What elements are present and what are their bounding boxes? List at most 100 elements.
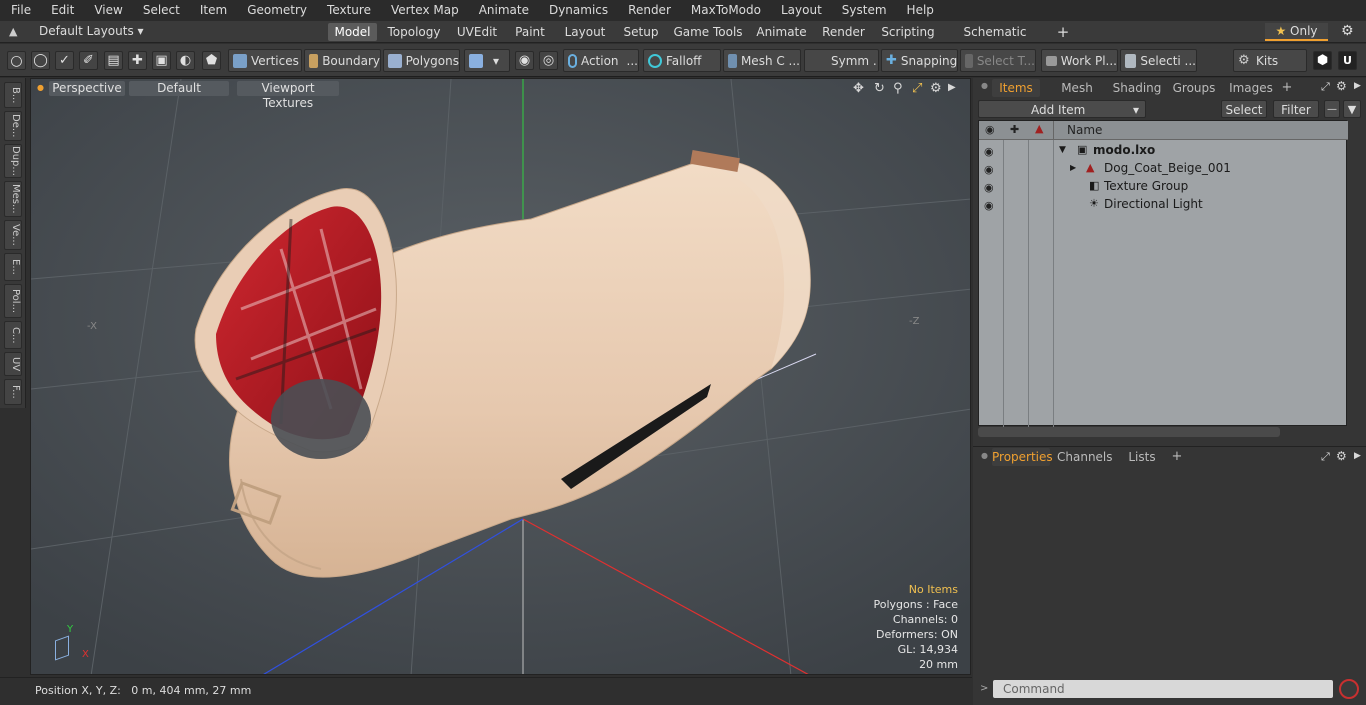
rotate-icon[interactable]: ◐ xyxy=(176,51,195,70)
menu-render[interactable]: Render xyxy=(617,0,680,21)
expand-triangle-icon[interactable]: ▼ xyxy=(1059,141,1066,159)
list-item[interactable]: ◉ ◧ Texture Group xyxy=(979,177,1348,195)
panel-dot-icon[interactable]: ● xyxy=(981,451,988,460)
symmetry-icon[interactable]: ◎ xyxy=(539,51,558,70)
pan-icon[interactable]: ✥ xyxy=(853,81,864,96)
sidetab-fusion[interactable]: F... xyxy=(4,379,22,405)
add-panel-tab-button[interactable]: + xyxy=(1279,79,1295,97)
tab-properties[interactable]: Properties xyxy=(992,448,1053,466)
menu-file[interactable]: File xyxy=(0,0,40,21)
panel-arrow-icon[interactable]: ▶ xyxy=(1354,81,1361,91)
item-mode-dropdown[interactable]: ▾ xyxy=(464,49,510,72)
unreal-icon[interactable]: U xyxy=(1338,51,1357,70)
sidetab-curve[interactable]: C... xyxy=(4,321,22,349)
filter-button[interactable]: Filter xyxy=(1273,100,1319,118)
mesh-constraints-button[interactable]: Mesh C ... xyxy=(723,49,801,72)
view-type-button[interactable]: Perspective xyxy=(49,81,125,96)
work-plane-button[interactable]: Work Pl... xyxy=(1041,49,1118,72)
tab-topology[interactable]: Topology xyxy=(384,23,444,41)
viewport-textures-button[interactable]: Viewport Textures xyxy=(237,81,339,110)
sidetab-edge[interactable]: E... xyxy=(4,253,22,281)
panel-arrow-icon[interactable]: ▶ xyxy=(1354,451,1361,461)
menu-edit[interactable]: Edit xyxy=(40,0,83,21)
tab-animate[interactable]: Animate xyxy=(754,23,809,41)
type-column-icon[interactable]: ▲ xyxy=(1035,122,1043,135)
menu-select[interactable]: Select xyxy=(132,0,189,21)
menu-dynamics[interactable]: Dynamics xyxy=(538,0,617,21)
falloff-button[interactable]: Falloff xyxy=(643,49,721,72)
viewport-settings-icon[interactable]: ⚙ xyxy=(930,81,942,96)
sidetab-mesh-edit[interactable]: Mes... xyxy=(4,181,22,217)
collapse-icon[interactable]: — xyxy=(1324,100,1340,118)
tab-items[interactable]: Items xyxy=(992,79,1040,97)
menu-geometry[interactable]: Geometry xyxy=(236,0,316,21)
list-item[interactable]: ◉ ▶ ▲ Dog_Coat_Beige_001 xyxy=(979,159,1348,177)
vertices-button[interactable]: Vertices xyxy=(228,49,302,72)
boundary-button[interactable]: Boundary xyxy=(304,49,381,72)
visibility-column-icon[interactable]: ◉ xyxy=(985,123,995,136)
record-icon[interactable] xyxy=(1339,679,1359,699)
tab-scripting[interactable]: Scripting xyxy=(878,23,938,41)
tab-paint[interactable]: Paint xyxy=(510,23,550,41)
panel-settings-icon[interactable]: ⚙ xyxy=(1336,449,1347,463)
maximize-icon[interactable]: ⤢ xyxy=(912,81,922,96)
funnel-icon[interactable]: ▼ xyxy=(1343,100,1361,118)
command-input[interactable]: Command xyxy=(993,680,1333,698)
add-panel-tab-button[interactable]: + xyxy=(1169,448,1185,466)
tab-channels[interactable]: Channels xyxy=(1057,448,1113,466)
select-through-button[interactable]: Select T... xyxy=(960,49,1036,72)
list-item[interactable]: ◉ ☀ Directional Light xyxy=(979,195,1348,213)
tab-images[interactable]: Images xyxy=(1225,79,1277,97)
menu-help[interactable]: Help xyxy=(896,0,943,21)
list-item[interactable]: ◉ ▼ ▣ modo.lxo xyxy=(979,141,1348,159)
tab-setup[interactable]: Setup xyxy=(620,23,662,41)
only-button[interactable]: ★ Only xyxy=(1265,23,1328,41)
sidetab-vertex[interactable]: Ve... xyxy=(4,220,22,250)
tab-render[interactable]: Render xyxy=(816,23,871,41)
menu-system[interactable]: System xyxy=(831,0,896,21)
menu-maxtomodo[interactable]: MaxToModo xyxy=(680,0,770,21)
center-icon[interactable]: ▣ xyxy=(152,51,171,70)
move-icon[interactable]: ✚ xyxy=(128,51,147,70)
name-column-header[interactable]: Name xyxy=(1067,123,1102,137)
panel-expand-icon[interactable]: ⤢ xyxy=(1321,80,1330,94)
expand-right-icon[interactable]: ▶ xyxy=(948,82,956,93)
menu-layout[interactable]: Layout xyxy=(770,0,831,21)
sphere-icon[interactable]: ◯ xyxy=(31,51,50,70)
sidetab-uv[interactable]: UV xyxy=(4,352,22,376)
polygons-button[interactable]: Polygons xyxy=(383,49,460,72)
tab-game-tools[interactable]: Game Tools xyxy=(669,23,747,41)
symmetry-button[interactable]: Symm ... xyxy=(804,49,879,72)
tab-mesh-ops[interactable]: Mesh Ops xyxy=(1048,79,1106,113)
tab-groups[interactable]: Groups xyxy=(1168,79,1220,97)
kits-button[interactable]: ⚙ Kits xyxy=(1233,49,1307,72)
menu-animate[interactable]: Animate xyxy=(468,0,538,21)
snap-icon[interactable]: ◉ xyxy=(515,51,534,70)
brush-icon[interactable]: ✐ xyxy=(79,51,98,70)
menu-view[interactable]: View xyxy=(83,0,131,21)
sidetab-polygon[interactable]: Pol... xyxy=(4,284,22,318)
unity-icon[interactable]: ⬢ xyxy=(1313,51,1332,70)
layout-preset-dropdown[interactable]: Default Layouts ▾ xyxy=(39,24,144,38)
circle-select-icon[interactable]: ○ xyxy=(7,51,26,70)
tab-layout[interactable]: Layout xyxy=(557,23,613,41)
tab-schematic-fusion[interactable]: Schematic Fusion xyxy=(945,23,1045,57)
tab-model[interactable]: Model xyxy=(328,23,377,41)
zoom-icon[interactable]: ⚲ xyxy=(893,81,903,96)
select-button[interactable]: Select xyxy=(1221,100,1267,118)
panel-settings-icon[interactable]: ⚙ xyxy=(1336,79,1347,93)
expand-triangle-icon[interactable]: ▶ xyxy=(1070,159,1076,177)
selection-sets-button[interactable]: Selecti ... xyxy=(1120,49,1197,72)
gear-icon[interactable]: ⚙ xyxy=(1341,23,1354,39)
panel-dot-icon[interactable]: ● xyxy=(981,81,988,90)
sidetab-deform[interactable]: De... xyxy=(4,111,22,141)
viewport-dot-icon[interactable]: ● xyxy=(37,83,44,92)
layout-menu-icon[interactable]: ▲ xyxy=(9,25,17,38)
sidetab-basic[interactable]: B... xyxy=(4,82,22,108)
shield-icon[interactable]: ⬟ xyxy=(202,51,221,70)
tab-lists[interactable]: Lists xyxy=(1119,448,1165,466)
sidetab-duplicate[interactable]: Dup... xyxy=(4,144,22,178)
add-tab-button[interactable]: + xyxy=(1054,23,1072,41)
menu-item[interactable]: Item xyxy=(189,0,236,21)
tab-uvedit[interactable]: UVEdit xyxy=(451,23,503,41)
